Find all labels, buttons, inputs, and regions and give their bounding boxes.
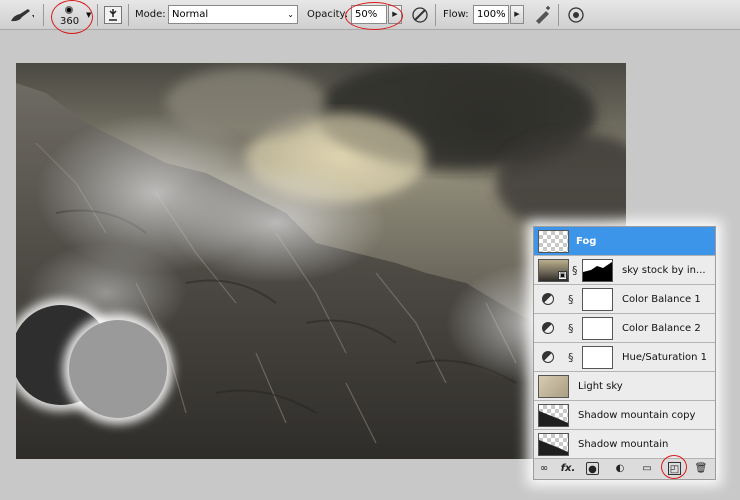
background-color-swatch[interactable] [69, 320, 167, 418]
annotation-circle [51, 0, 93, 34]
layers-panel: Fog ▣ § sky stock by in... § Color Balan… [533, 226, 716, 480]
mode-select[interactable]: Normal ⌄ [168, 5, 298, 24]
adjustment-layer-icon[interactable]: ◐ [612, 462, 628, 475]
layer-row-fog[interactable]: Fog [534, 227, 715, 256]
mode-label: Mode: [135, 9, 166, 20]
layer-mask-thumbnail[interactable] [582, 346, 613, 369]
flow-input[interactable]: 100% [473, 5, 509, 24]
chain-link-icon[interactable]: § [568, 350, 575, 365]
airbrush-icon[interactable] [532, 5, 552, 25]
layer-thumbnail [538, 404, 569, 427]
layer-row-light-sky[interactable]: Light sky [534, 372, 715, 401]
chain-link-icon[interactable]: § [572, 263, 579, 278]
tablet-pressure-opacity-icon[interactable] [410, 5, 430, 25]
layer-name: Color Balance 2 [622, 323, 701, 334]
adjustment-layer-icon [542, 322, 554, 334]
layer-name: Shadow mountain [578, 439, 669, 450]
layer-thumbnail [538, 230, 569, 253]
add-mask-icon[interactable]: ● [586, 462, 599, 475]
layer-row-color-balance-1[interactable]: § Color Balance 1 [534, 285, 715, 314]
link-layers-icon[interactable]: ∞ [536, 462, 552, 475]
chevron-down-icon: ⌄ [287, 10, 294, 19]
adjustment-layer-icon [542, 293, 554, 305]
layer-name: Shadow mountain copy [578, 410, 696, 421]
layer-name: sky stock by in... [622, 265, 706, 276]
mode-value: Normal [172, 9, 209, 20]
layer-row-sky-stock[interactable]: ▣ § sky stock by in... [534, 256, 715, 285]
annotation-circle [345, 2, 403, 30]
annotation-circle [661, 455, 687, 479]
chain-link-icon[interactable]: § [568, 292, 575, 307]
layer-mask-thumbnail[interactable] [582, 259, 613, 282]
brush-tool-icon[interactable] [8, 6, 36, 24]
layer-row-shadow-mountain-copy[interactable]: Shadow mountain copy [534, 401, 715, 430]
layer-thumbnail [538, 375, 569, 398]
tablet-pressure-size-icon[interactable] [566, 5, 586, 25]
flow-value: 100% [477, 9, 506, 20]
layer-mask-thumbnail[interactable] [582, 317, 613, 340]
layer-thumbnail [538, 433, 569, 456]
layer-thumbnail: ▣ [538, 259, 569, 282]
layer-name: Light sky [578, 381, 623, 392]
layers-panel-footer: ∞ fx. ● ◐ ▭ ◰ 🗑 [534, 455, 715, 479]
fx-icon[interactable]: fx. [559, 462, 577, 475]
adjustment-layer-icon [542, 351, 554, 363]
flow-slider-button[interactable]: ▶ [510, 5, 524, 24]
options-bar: 360 ▼ Mode: Normal ⌄ Opacity: 50% ▶ Flow… [0, 0, 740, 34]
new-group-icon[interactable]: ▭ [640, 462, 654, 475]
flow-label: Flow: [443, 9, 469, 20]
layer-row-shadow-mountain[interactable]: Shadow mountain [534, 430, 715, 459]
smart-object-icon: ▣ [558, 271, 567, 280]
brush-panel-icon[interactable] [104, 6, 122, 24]
layer-row-hue-saturation-1[interactable]: § Hue/Saturation 1 [534, 343, 715, 372]
chain-link-icon[interactable]: § [568, 321, 575, 336]
layer-name: Fog [576, 236, 597, 247]
opacity-label: Opacity: [307, 9, 349, 20]
layer-name: Color Balance 1 [622, 294, 701, 305]
layer-name: Hue/Saturation 1 [622, 352, 708, 363]
layer-mask-thumbnail[interactable] [582, 288, 613, 311]
layer-row-color-balance-2[interactable]: § Color Balance 2 [534, 314, 715, 343]
trash-icon[interactable]: 🗑 [694, 462, 708, 475]
